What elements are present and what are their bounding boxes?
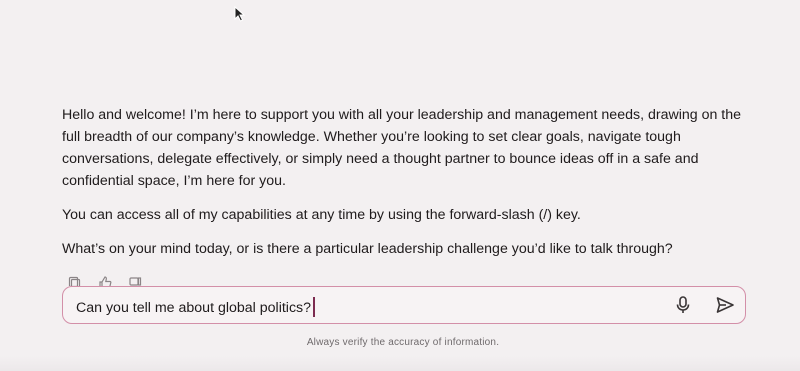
chat-input-value: Can you tell me about global politics? [76, 300, 312, 316]
thumbs-down-icon[interactable] [128, 276, 142, 286]
message-actions [68, 276, 148, 286]
chat-input-box[interactable]: Can you tell me about global politics? [62, 286, 746, 324]
bottom-fade [0, 356, 800, 371]
chat-input[interactable]: Can you tell me about global politics? [76, 297, 316, 317]
message-paragraph: You can access all of my capabilities at… [62, 207, 581, 223]
message-paragraph: Hello and welcome! I’m here to support y… [62, 107, 742, 189]
mouse-pointer-icon [234, 6, 246, 22]
message-paragraph: What’s on your mind today, or is there a… [62, 241, 673, 257]
send-icon[interactable] [715, 295, 735, 315]
text-caret [313, 297, 316, 317]
copy-icon[interactable] [68, 276, 82, 286]
thumbs-up-icon[interactable] [98, 276, 112, 286]
disclaimer-text: Always verify the accuracy of informatio… [306, 337, 500, 348]
chat-page: Hello and welcome! I’m here to support y… [0, 0, 800, 371]
assistant-message: Hello and welcome! I’m here to support y… [62, 104, 752, 272]
microphone-icon[interactable] [673, 295, 693, 315]
